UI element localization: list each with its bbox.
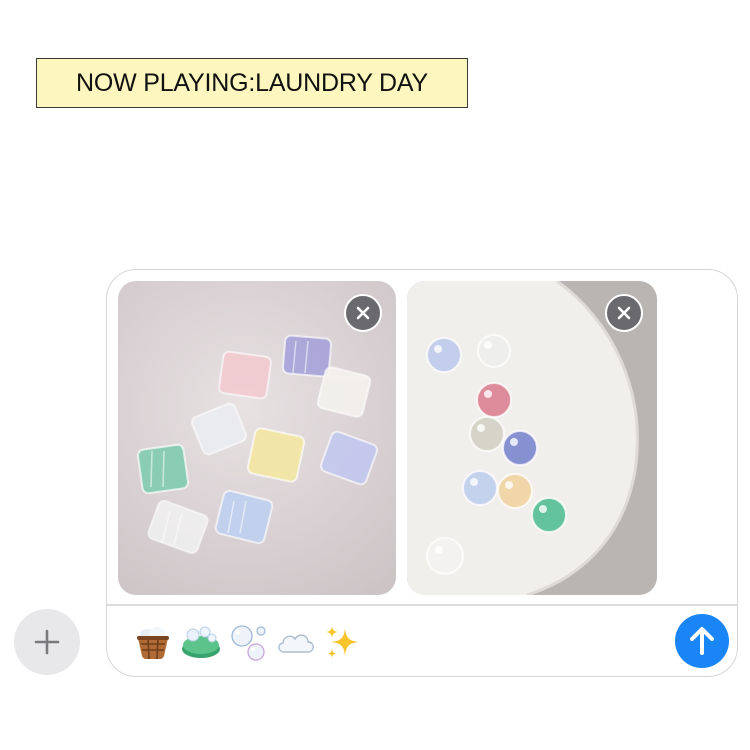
now-playing-text: NOW PLAYING:LAUNDRY DAY (76, 68, 428, 97)
message-text[interactable] (133, 620, 363, 664)
close-icon (617, 306, 631, 320)
soap-icon (182, 626, 220, 658)
arrow-up-icon (690, 627, 714, 655)
composer-divider (107, 604, 737, 606)
attachment-square-stones[interactable] (118, 281, 396, 595)
plus-icon (34, 629, 60, 655)
now-playing-banner: NOW PLAYING:LAUNDRY DAY (36, 58, 468, 108)
message-composer[interactable] (106, 269, 738, 677)
cloud-icon (278, 634, 314, 653)
bubbles-icon (231, 625, 266, 661)
send-button[interactable] (675, 614, 729, 668)
add-attachment-button[interactable] (14, 609, 80, 675)
basket-icon (137, 627, 169, 660)
attachment-round-stones[interactable] (407, 281, 657, 595)
remove-attachment-button[interactable] (605, 294, 643, 332)
sparkles-icon (326, 626, 359, 658)
remove-attachment-button[interactable] (344, 294, 382, 332)
close-icon (356, 306, 370, 320)
